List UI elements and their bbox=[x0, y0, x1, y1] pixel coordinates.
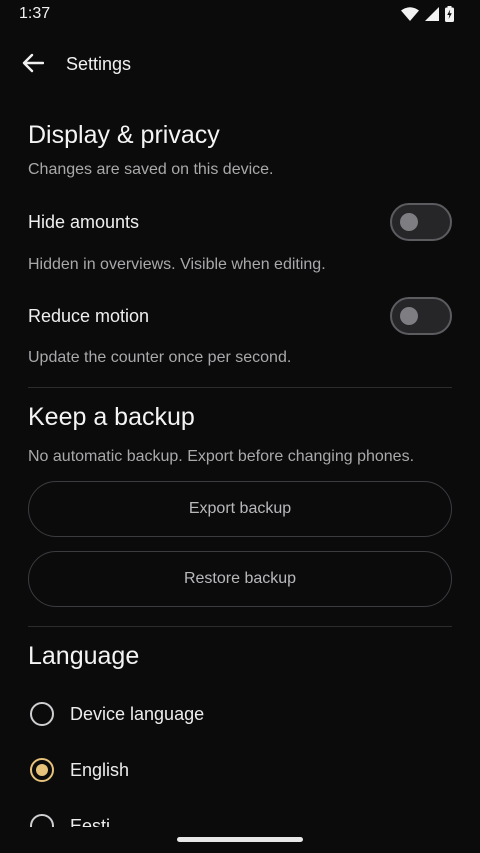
backup-caption: No automatic backup. Export before chang… bbox=[28, 448, 415, 465]
section-divider bbox=[28, 626, 452, 627]
export-backup-button[interactable]: Export backup bbox=[28, 481, 452, 537]
reduce-motion-caption: Update the counter once per second. bbox=[28, 349, 292, 366]
section-title-language: Language bbox=[28, 642, 140, 670]
settings-screen: 1:37 Settings Display & privacy Changes … bbox=[0, 0, 480, 853]
section-title-backup: Keep a backup bbox=[28, 403, 195, 431]
reduce-motion-label: Reduce motion bbox=[28, 306, 150, 326]
settings-content[interactable]: Display & privacy Changes are saved on t… bbox=[28, 0, 452, 827]
radio-unselected[interactable] bbox=[30, 702, 54, 726]
language-option-label: Device language bbox=[70, 703, 205, 724]
hide-amounts-label: Hide amounts bbox=[28, 212, 140, 232]
hide-amounts-switch[interactable] bbox=[390, 203, 452, 241]
section-title-display-privacy: Display & privacy bbox=[28, 121, 220, 149]
language-option-english[interactable]: English bbox=[28, 748, 452, 792]
language-option-label: Eesti bbox=[70, 815, 111, 828]
switch-knob bbox=[400, 213, 418, 231]
radio-selected[interactable] bbox=[30, 758, 54, 782]
language-option-estonian[interactable]: Eesti bbox=[28, 804, 452, 827]
gesture-navigation-bar[interactable] bbox=[177, 837, 303, 842]
language-option-device[interactable]: Device language bbox=[28, 692, 452, 736]
language-option-label: English bbox=[70, 759, 130, 780]
section-divider bbox=[28, 387, 452, 388]
reduce-motion-switch[interactable] bbox=[390, 297, 452, 335]
radio-unselected[interactable] bbox=[30, 814, 54, 827]
restore-backup-button[interactable]: Restore backup bbox=[28, 551, 452, 607]
switch-knob bbox=[400, 307, 418, 325]
display-privacy-caption: Changes are saved on this device. bbox=[28, 161, 274, 178]
hide-amounts-caption: Hidden in overviews. Visible when editin… bbox=[28, 256, 326, 273]
